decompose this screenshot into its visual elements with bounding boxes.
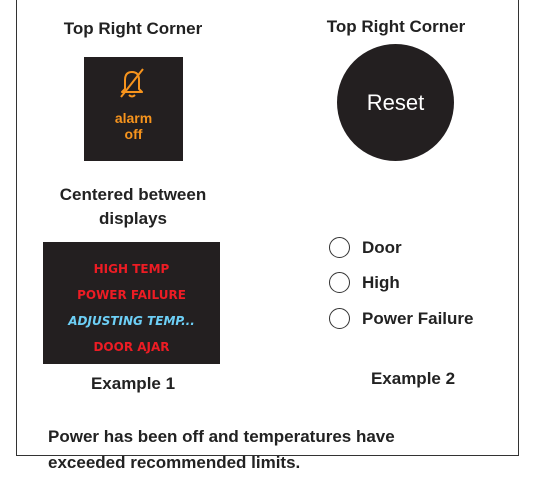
radio-circle[interactable] — [329, 237, 350, 258]
example2-caption: Example 2 — [370, 369, 456, 388]
display-line: HIGH TEMP — [93, 262, 170, 276]
radio-option-power-failure[interactable]: Power Failure — [329, 308, 473, 329]
bell-slash-icon — [120, 68, 144, 98]
alarm-label: alarm — [114, 110, 153, 126]
reset-label: Reset — [366, 89, 425, 115]
radio-circle[interactable] — [329, 308, 350, 329]
radio-circle[interactable] — [329, 272, 350, 293]
example2-corner-label: Top Right Corner — [326, 17, 466, 36]
example1-corner-label: Top Right Corner — [63, 19, 203, 38]
reset-button[interactable]: Reset — [337, 44, 454, 161]
example1-caption: Example 1 — [90, 374, 176, 393]
radio-label: High — [362, 272, 400, 292]
alarm-off-button[interactable]: alarm off — [84, 57, 183, 161]
message-line2: exceeded recommended limits. — [48, 453, 301, 472]
status-message: Power has been off and temperatures have… — [48, 424, 518, 476]
centered-label-line2: displays — [98, 209, 168, 228]
radio-label: Power Failure — [362, 308, 474, 328]
radio-option-door[interactable]: Door — [329, 237, 402, 258]
display-line: DOOR AJAR — [93, 340, 170, 354]
status-display: HIGH TEMP POWER FAILURE ADJUSTING TEMP..… — [43, 242, 220, 364]
message-line1: Power has been off and temperatures have — [48, 427, 395, 446]
centered-label-line1: Centered between — [59, 185, 207, 204]
off-label: off — [124, 126, 143, 142]
radio-option-high[interactable]: High — [329, 272, 400, 293]
display-line: POWER FAILURE — [77, 288, 186, 302]
radio-label: Door — [362, 237, 402, 257]
display-line: ADJUSTING TEMP... — [68, 314, 195, 328]
